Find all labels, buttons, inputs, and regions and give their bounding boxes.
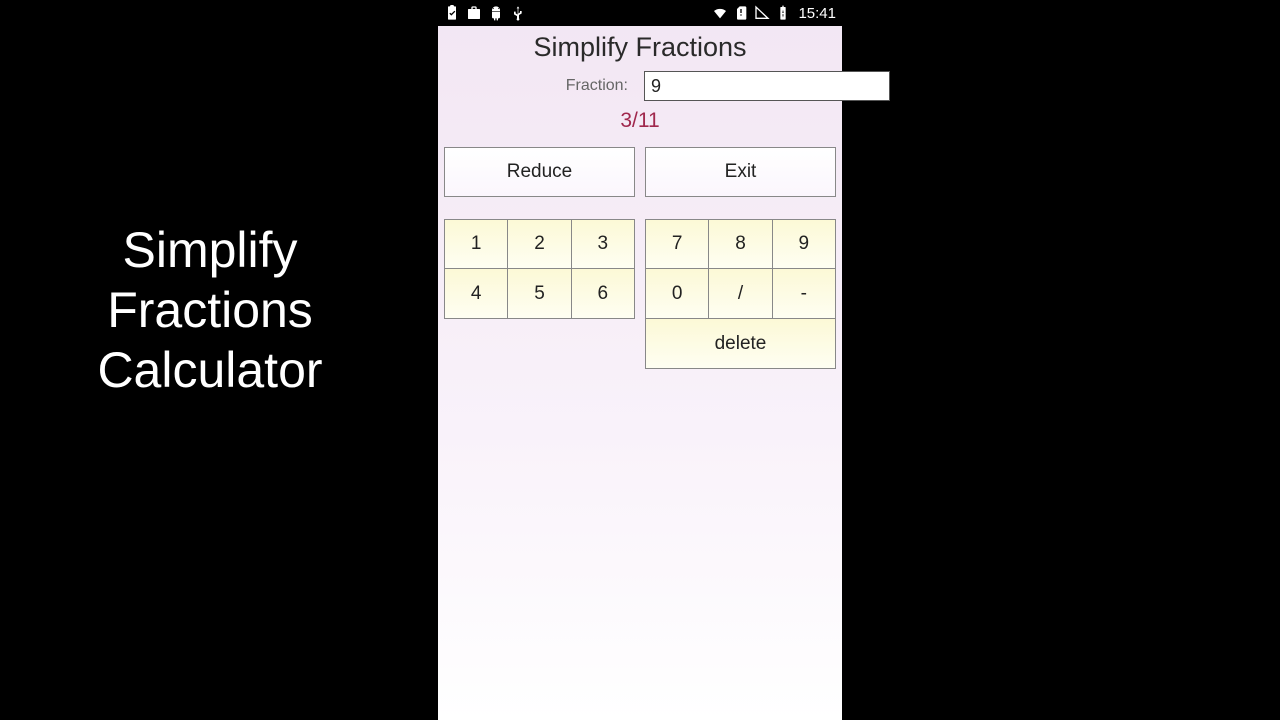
- fraction-input[interactable]: [644, 71, 890, 101]
- android-status-bar: 15:41: [438, 0, 842, 26]
- result-display: 3/11: [438, 101, 842, 147]
- usb-icon: [510, 5, 526, 21]
- status-time: 15:41: [798, 5, 836, 22]
- wifi-icon: [712, 5, 728, 21]
- key-6[interactable]: 6: [572, 269, 635, 319]
- fraction-label: Fraction:: [444, 77, 634, 95]
- key-5[interactable]: 5: [508, 269, 571, 319]
- sim-alert-icon: [733, 5, 749, 21]
- keypad-right: 7 8 9 0 / - delete: [645, 219, 836, 369]
- action-buttons: Reduce Exit: [438, 147, 842, 197]
- keypad-left: 1 2 3 4 5 6: [444, 219, 635, 369]
- key-minus[interactable]: -: [773, 269, 836, 319]
- clipboard-check-icon: [444, 5, 460, 21]
- overlay-caption: Simplify Fractions Calculator: [60, 220, 360, 400]
- signal-icon: [754, 5, 770, 21]
- keypad: 1 2 3 4 5 6 7 8 9 0 / - delete: [438, 197, 842, 369]
- key-2[interactable]: 2: [508, 219, 571, 269]
- key-delete[interactable]: delete: [645, 319, 836, 369]
- android-icon: [488, 5, 504, 21]
- store-icon: [466, 5, 482, 21]
- key-7[interactable]: 7: [645, 219, 709, 269]
- key-1[interactable]: 1: [444, 219, 508, 269]
- key-8[interactable]: 8: [709, 219, 772, 269]
- battery-charging-icon: [775, 5, 791, 21]
- reduce-button[interactable]: Reduce: [444, 147, 635, 197]
- key-9[interactable]: 9: [773, 219, 836, 269]
- app-title: Simplify Fractions: [438, 26, 842, 71]
- exit-button[interactable]: Exit: [645, 147, 836, 197]
- key-0[interactable]: 0: [645, 269, 709, 319]
- phone-frame: 15:41 Simplify Fractions Fraction: 3 / 11 …: [438, 0, 842, 720]
- key-slash[interactable]: /: [709, 269, 772, 319]
- key-4[interactable]: 4: [444, 269, 508, 319]
- key-3[interactable]: 3: [572, 219, 635, 269]
- fraction-input-row: Fraction:: [438, 71, 842, 101]
